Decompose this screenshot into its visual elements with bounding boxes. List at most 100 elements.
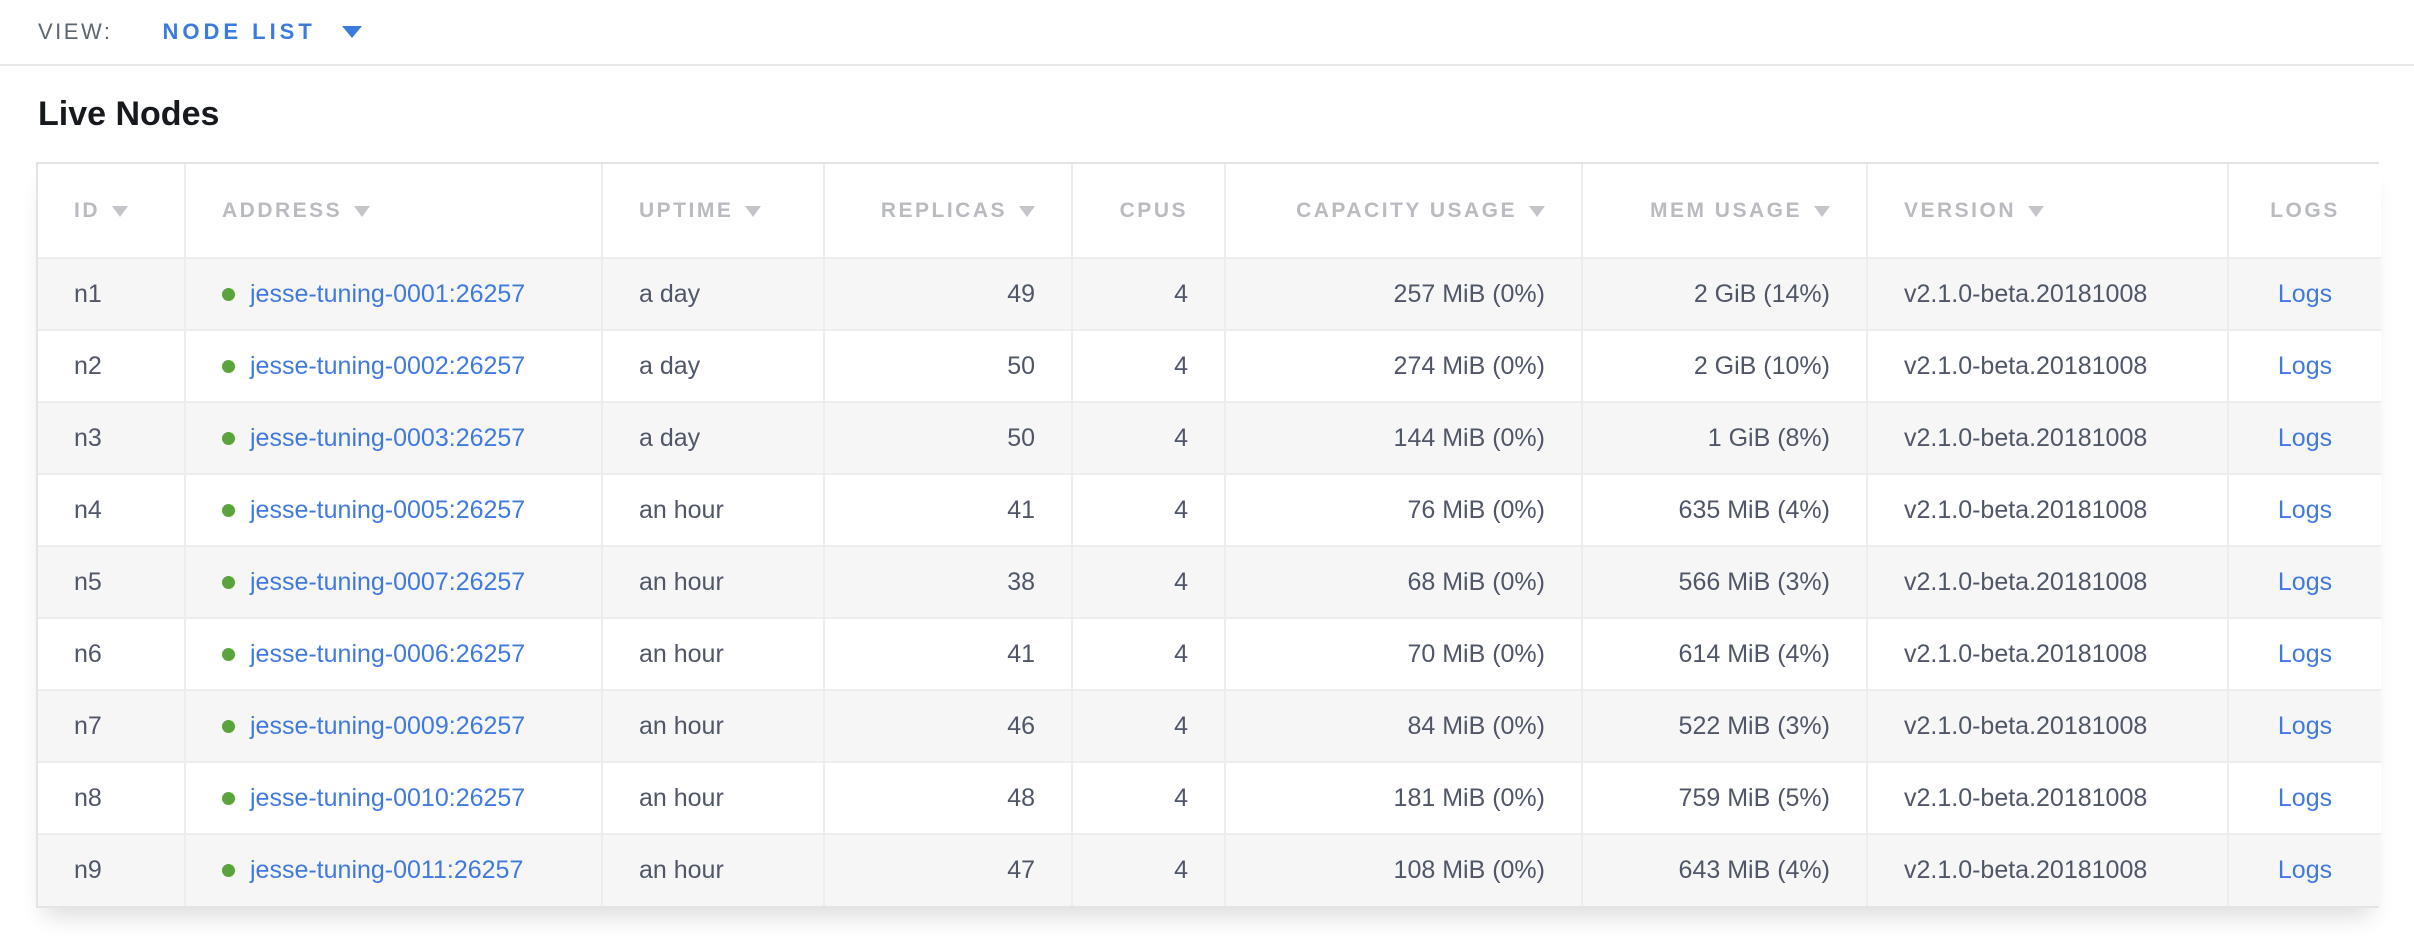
address-cell: jesse-tuning-0005:26257 [185,474,602,546]
table-body: n1jesse-tuning-0001:26257a day494257 MiB… [38,258,2381,906]
node-healthy-status-icon [222,792,235,805]
id-cell: n3 [38,402,185,474]
sort-desc-icon [112,206,128,217]
id-cell: n6 [38,618,185,690]
uptime-cell: a day [602,258,824,330]
mem-cell: 566 MiB (3%) [1582,546,1867,618]
logs-cell: Logs [2228,618,2381,690]
mem-cell: 522 MiB (3%) [1582,690,1867,762]
logs-cell: Logs [2228,690,2381,762]
column-header-uptime[interactable]: UPTIME [602,164,824,258]
node-healthy-status-icon [222,360,235,373]
mem-cell: 614 MiB (4%) [1582,618,1867,690]
cpus-cell: 4 [1072,834,1225,906]
column-header-id[interactable]: ID [38,164,185,258]
logs-link[interactable]: Logs [2278,856,2332,884]
node-healthy-status-icon [222,504,235,517]
uptime-cell: a day [602,402,824,474]
logs-cell: Logs [2228,402,2381,474]
replicas-cell: 49 [824,258,1072,330]
address-cell: jesse-tuning-0010:26257 [185,762,602,834]
address-cell: jesse-tuning-0001:26257 [185,258,602,330]
node-address-link[interactable]: jesse-tuning-0011:26257 [250,856,523,885]
capacity-cell: 70 MiB (0%) [1225,618,1582,690]
node-address-link[interactable]: jesse-tuning-0010:26257 [250,784,525,813]
logs-link[interactable]: Logs [2278,784,2332,812]
column-header-label: ID [74,199,100,222]
cpus-cell: 4 [1072,258,1225,330]
capacity-cell: 181 MiB (0%) [1225,762,1582,834]
capacity-cell: 274 MiB (0%) [1225,330,1582,402]
node-address-link[interactable]: jesse-tuning-0009:26257 [250,712,525,741]
logs-link[interactable]: Logs [2278,280,2332,308]
header-row: IDADDRESSUPTIMEREPLICASCPUSCAPACITY USAG… [38,164,2381,258]
cpus-cell: 4 [1072,762,1225,834]
node-address-link[interactable]: jesse-tuning-0001:26257 [250,280,525,309]
logs-link[interactable]: Logs [2278,352,2332,380]
capacity-cell: 76 MiB (0%) [1225,474,1582,546]
node-row-n5: n5jesse-tuning-0007:26257an hour38468 Mi… [38,546,2381,618]
column-header-replicas[interactable]: REPLICAS [824,164,1072,258]
logs-cell: Logs [2228,546,2381,618]
view-selected-value: NODE LIST [162,19,315,45]
cpus-cell: 4 [1072,546,1225,618]
id-cell: n7 [38,690,185,762]
logs-link[interactable]: Logs [2278,640,2332,668]
node-healthy-status-icon [222,576,235,589]
column-header-label: CAPACITY USAGE [1296,199,1517,222]
version-cell: v2.1.0-beta.20181008 [1867,330,2228,402]
uptime-cell: an hour [602,762,824,834]
column-header-mem[interactable]: MEM USAGE [1582,164,1867,258]
capacity-cell: 68 MiB (0%) [1225,546,1582,618]
node-address-link[interactable]: jesse-tuning-0006:26257 [250,640,525,669]
capacity-cell: 84 MiB (0%) [1225,690,1582,762]
uptime-cell: an hour [602,690,824,762]
logs-cell: Logs [2228,762,2381,834]
cpus-cell: 4 [1072,402,1225,474]
version-cell: v2.1.0-beta.20181008 [1867,762,2228,834]
capacity-cell: 144 MiB (0%) [1225,402,1582,474]
replicas-cell: 48 [824,762,1072,834]
view-selector-dropdown[interactable]: NODE LIST [162,19,361,45]
id-cell: n8 [38,762,185,834]
mem-cell: 2 GiB (10%) [1582,330,1867,402]
node-healthy-status-icon [222,288,235,301]
version-cell: v2.1.0-beta.20181008 [1867,402,2228,474]
replicas-cell: 46 [824,690,1072,762]
node-address-link[interactable]: jesse-tuning-0002:26257 [250,352,525,381]
column-header-logs: LOGS [2228,164,2381,258]
logs-cell: Logs [2228,834,2381,906]
replicas-cell: 38 [824,546,1072,618]
node-address-link[interactable]: jesse-tuning-0003:26257 [250,424,525,453]
uptime-cell: a day [602,330,824,402]
node-row-n3: n3 jesse-tuning-0003:26257 a day504144 MiB… [38,402,2381,474]
version-cell: v2.1.0-beta.20181008 [1867,690,2228,762]
node-row-n8: n8 jesse-tuning-0010:26257 an hour484181 M… [38,762,2381,834]
logs-link[interactable]: Logs [2278,496,2332,524]
mem-cell: 759 MiB (5%) [1582,762,1867,834]
logs-cell: Logs [2228,474,2381,546]
column-header-version[interactable]: VERSION [1867,164,2228,258]
column-header-address[interactable]: ADDRESS [185,164,602,258]
logs-cell: Logs [2228,258,2381,330]
column-header-label: LOGS [2270,199,2340,222]
capacity-cell: 257 MiB (0%) [1225,258,1582,330]
replicas-cell: 50 [824,402,1072,474]
column-header-capacity[interactable]: CAPACITY USAGE [1225,164,1582,258]
chevron-down-icon [342,26,362,38]
node-address-link[interactable]: jesse-tuning-0005:26257 [250,496,525,525]
cpus-cell: 4 [1072,330,1225,402]
view-label: VIEW: [38,19,112,45]
sort-desc-icon [1814,206,1830,217]
replicas-cell: 50 [824,330,1072,402]
id-cell: n2 [38,330,185,402]
cpus-cell: 4 [1072,690,1225,762]
mem-cell: 2 GiB (14%) [1582,258,1867,330]
node-address-link[interactable]: jesse-tuning-0007:26257 [250,568,525,597]
logs-link[interactable]: Logs [2278,568,2332,596]
sort-desc-icon [1529,206,1545,217]
cpus-cell: 4 [1072,618,1225,690]
node-row-n1: n1jesse-tuning-0001:26257a day494257 MiB… [38,258,2381,330]
logs-link[interactable]: Logs [2278,424,2332,452]
logs-link[interactable]: Logs [2278,712,2332,740]
